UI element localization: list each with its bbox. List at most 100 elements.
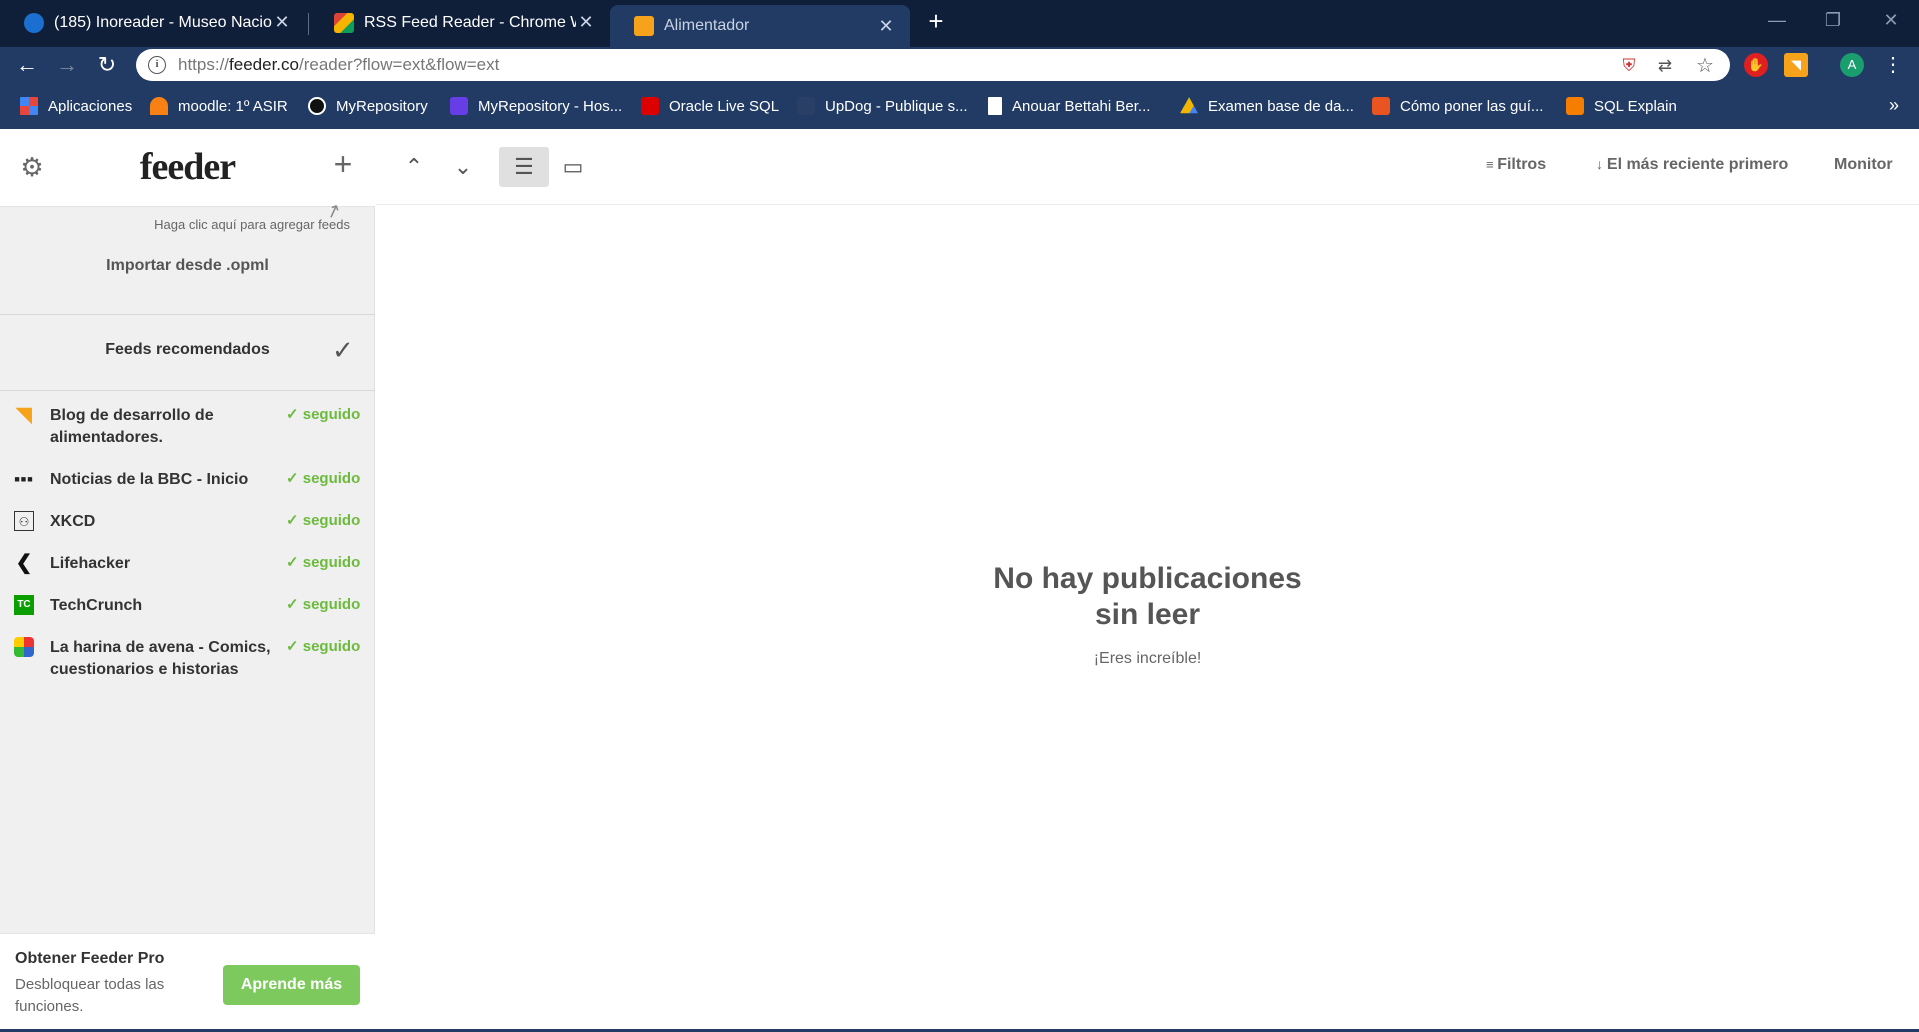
- minimize-button[interactable]: —: [1752, 4, 1802, 36]
- feed-name: Blog de desarrollo de alimentadores.: [50, 407, 214, 446]
- empty-state-title: No hay publicaciones sin leer: [376, 561, 1919, 633]
- bookmark-updog[interactable]: UpDog - Publique s...: [797, 95, 968, 117]
- monitor-button[interactable]: Monitor: [1834, 156, 1893, 174]
- feed-item[interactable]: ❮ Lifehacker ✓ seguido: [0, 549, 375, 579]
- bookmark-label: Cómo poner las guí...: [1400, 97, 1544, 115]
- bookmark-oracle-live-sql[interactable]: Oracle Live SQL: [641, 95, 779, 117]
- menu-kebab-icon[interactable]: ⋮: [1878, 50, 1908, 80]
- followed-badge[interactable]: ✓ seguido: [286, 637, 360, 655]
- bookmark-examen[interactable]: Examen base de da...: [1180, 95, 1354, 117]
- tab-title: RSS Feed Reader - Chrome Web S: [364, 13, 576, 31]
- feed-name: Noticias de la BBC - Inicio: [50, 471, 249, 488]
- list-view-icon[interactable]: ☰: [499, 147, 549, 187]
- add-feed-button[interactable]: +: [328, 148, 358, 180]
- feed-name: TechCrunch: [50, 597, 143, 614]
- chevron-up-icon[interactable]: ⌃: [394, 147, 434, 187]
- url-scheme: https://: [178, 55, 230, 74]
- followed-badge[interactable]: ✓ seguido: [286, 595, 360, 613]
- browser-window: (185) Inoreader - Museo Naciona ✕ RSS Fe…: [0, 0, 1919, 1032]
- tab-inoreader[interactable]: (185) Inoreader - Museo Naciona ✕: [0, 2, 306, 43]
- close-icon[interactable]: ✕: [576, 12, 596, 33]
- checkmark-icon[interactable]: ✓: [332, 335, 354, 366]
- hosting-icon: [450, 97, 468, 115]
- tab-alimentador[interactable]: Alimentador ✕: [610, 5, 910, 47]
- oracle-terminal-icon: [641, 97, 659, 115]
- sidebar-header: ⚙ feeder +: [0, 129, 375, 207]
- bookmark-github[interactable]: MyRepository: [308, 95, 428, 117]
- adblock-extension-icon[interactable]: ✋: [1744, 53, 1768, 77]
- feed-item[interactable]: ◥ Blog de desarrollo de alimentadores. ✓…: [0, 401, 375, 449]
- url-host: feeder.co: [229, 55, 299, 74]
- bookmark-apps[interactable]: Aplicaciones: [20, 95, 132, 117]
- bookmark-ubuntu[interactable]: Cómo poner las guí...: [1372, 95, 1543, 117]
- tab-strip: (185) Inoreader - Museo Naciona ✕ RSS Fe…: [0, 0, 1919, 47]
- followed-badge[interactable]: ✓ seguido: [286, 553, 360, 571]
- back-button[interactable]: ←: [12, 50, 42, 80]
- forward-button[interactable]: →: [52, 50, 82, 80]
- blogger-icon: [1566, 97, 1584, 115]
- google-drive-icon: [1180, 97, 1198, 114]
- feeder-logo: feeder: [139, 146, 236, 188]
- tab-title: Alimentador: [664, 17, 750, 34]
- bookmark-anouar[interactable]: Anouar Bettahi Ber...: [988, 95, 1150, 117]
- recommended-feeds-title: Feeds recomendados: [105, 341, 270, 358]
- bookmark-label: MyRepository: [336, 97, 428, 115]
- sort-label: El más reciente primero: [1606, 156, 1789, 173]
- bookmark-star-icon[interactable]: ☆: [1694, 55, 1716, 77]
- feed-item[interactable]: ■■■ Noticias de la BBC - Inicio ✓ seguid…: [0, 465, 375, 495]
- learn-more-button[interactable]: Aprende más: [223, 965, 360, 1005]
- filters-button[interactable]: ≡ Filtros: [1486, 156, 1546, 174]
- bookmarks-overflow-button[interactable]: »: [1889, 95, 1899, 116]
- tab-divider: [308, 13, 309, 35]
- feed-item[interactable]: La harina de avena - Comics, cuestionari…: [0, 633, 375, 681]
- sort-button[interactable]: ↓ El más reciente primero: [1596, 156, 1788, 174]
- rss-icon: ◥: [16, 404, 32, 426]
- new-tab-button[interactable]: +: [922, 8, 950, 36]
- rss-extension-icon[interactable]: ◥: [1784, 53, 1808, 77]
- followed-badge[interactable]: ✓ seguido: [286, 511, 360, 529]
- chrome-web-store-icon: [334, 12, 354, 33]
- document-icon: [988, 97, 1002, 115]
- bookmark-moodle[interactable]: moodle: 1º ASIR: [150, 95, 288, 117]
- pro-title: Obtener Feeder Pro: [15, 950, 165, 967]
- ubuntu-icon: [1372, 97, 1390, 115]
- close-icon[interactable]: ✕: [876, 16, 896, 37]
- feed-item[interactable]: ⚇ XKCD ✓ seguido: [0, 507, 375, 537]
- tab-title: (185) Inoreader - Museo Naciona: [54, 13, 272, 31]
- feed-name: La harina de avena - Comics, cuestionari…: [50, 639, 271, 678]
- bookmark-label: Anouar Bettahi Ber...: [1012, 97, 1151, 115]
- tab-chrome-web-store[interactable]: RSS Feed Reader - Chrome Web S ✕: [310, 2, 610, 43]
- empty-state-subtitle: ¡Eres increíble!: [1093, 650, 1202, 667]
- feed-name: XKCD: [50, 513, 96, 530]
- blocked-content-icon[interactable]: ⛨: [1618, 55, 1640, 77]
- bookmark-sql-explain[interactable]: SQL Explain: [1566, 95, 1677, 117]
- site-info-icon[interactable]: i: [148, 56, 166, 74]
- maximize-button[interactable]: ❐: [1808, 4, 1858, 36]
- close-icon[interactable]: ✕: [272, 12, 292, 33]
- arrow-down-icon: ↓: [1596, 156, 1607, 172]
- profile-avatar[interactable]: A: [1840, 53, 1864, 77]
- filter-icon: ≡: [1486, 157, 1498, 172]
- techcrunch-icon: TC: [14, 595, 34, 615]
- reload-button[interactable]: ↻: [92, 50, 122, 80]
- followed-badge[interactable]: ✓ seguido: [286, 469, 360, 487]
- import-opml-link[interactable]: Importar desde .opml: [0, 257, 375, 275]
- window-close-button[interactable]: ✕: [1866, 4, 1916, 36]
- xkcd-icon: ⚇: [14, 511, 34, 531]
- oatmeal-icon: [14, 637, 34, 657]
- lifehacker-icon: ❮: [15, 552, 33, 574]
- bookmark-label: MyRepository - Hos...: [478, 97, 623, 115]
- bookmark-hosting[interactable]: MyRepository - Hos...: [450, 95, 622, 117]
- bookmark-label: SQL Explain: [1594, 97, 1677, 115]
- chevron-down-icon[interactable]: ⌄: [443, 147, 483, 187]
- url-path: /reader?flow=ext&flow=ext: [298, 55, 500, 74]
- feed-item[interactable]: TC TechCrunch ✓ seguido: [0, 591, 375, 621]
- bookmark-label: Oracle Live SQL: [669, 97, 780, 115]
- bookmark-label: Examen base de da...: [1208, 97, 1354, 115]
- followed-badge[interactable]: ✓ seguido: [286, 405, 360, 423]
- url-text[interactable]: https://feeder.co/reader?flow=ext&flow=e…: [178, 55, 499, 75]
- card-view-icon[interactable]: ▭: [553, 147, 593, 187]
- translate-icon[interactable]: ⇄: [1654, 55, 1676, 77]
- address-bar[interactable]: i https://feeder.co/reader?flow=ext&flow…: [136, 49, 1730, 81]
- feeder-pro-promo: Obtener Feeder Pro Desbloquear todas las…: [0, 933, 375, 1032]
